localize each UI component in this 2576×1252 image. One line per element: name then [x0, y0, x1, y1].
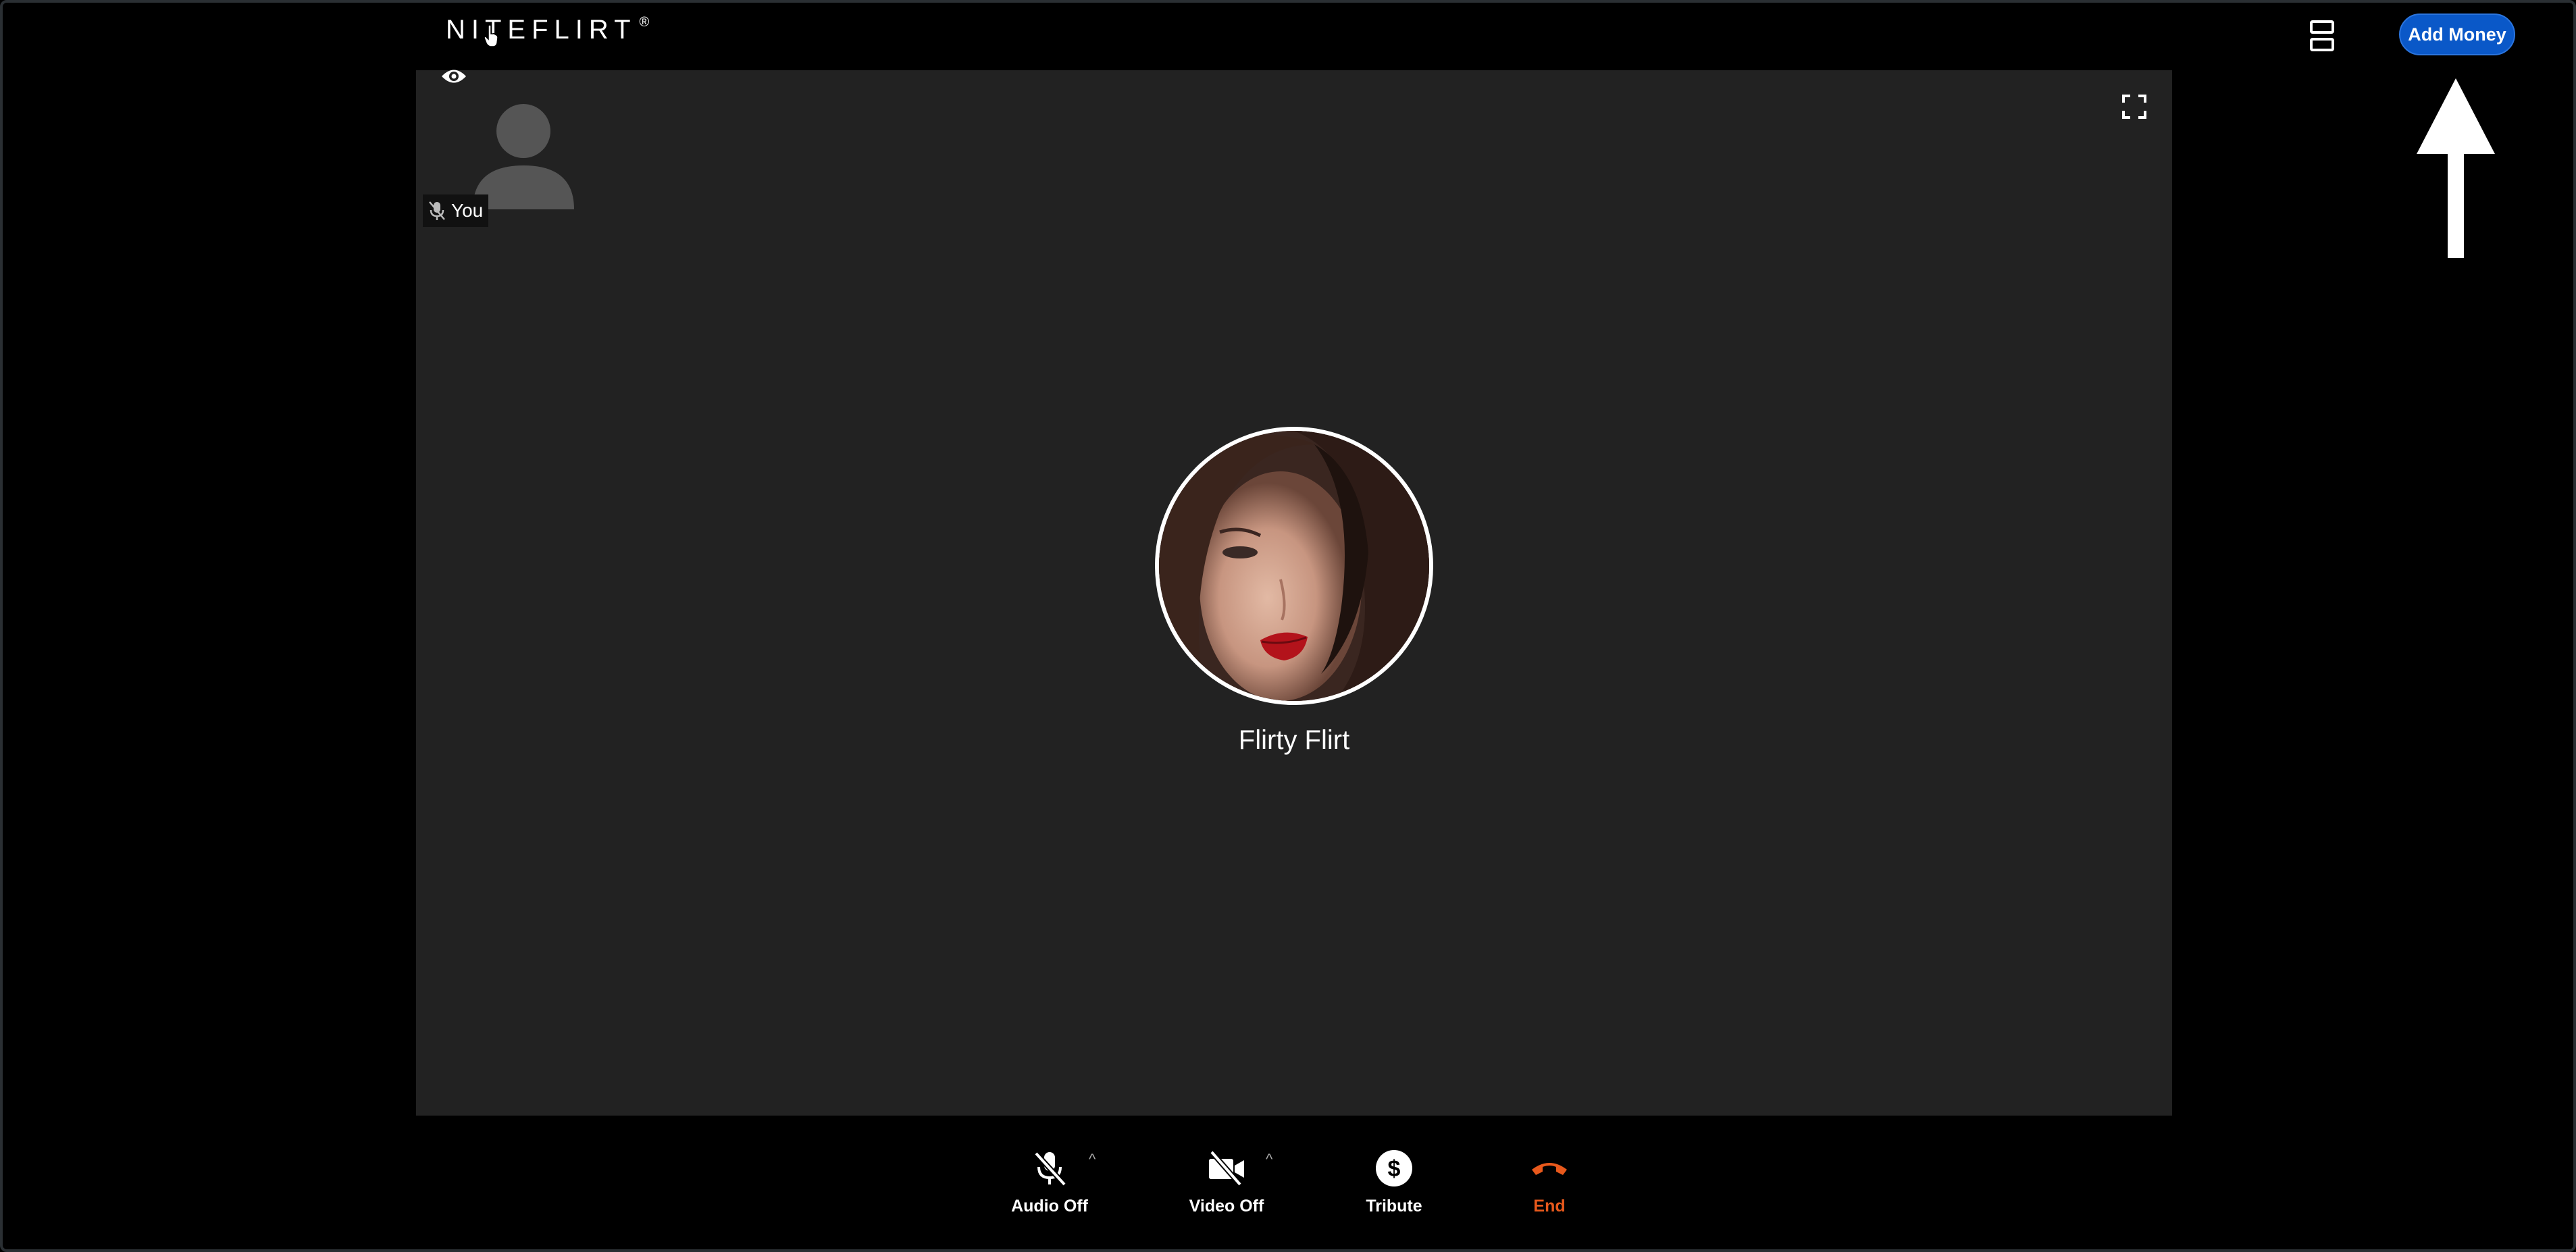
remote-name: Flirty Flirt: [1238, 725, 1350, 755]
logo-text: NITEFLIRT: [446, 15, 637, 45]
eye-icon[interactable]: [440, 66, 467, 86]
video-off-icon: [1209, 1150, 1244, 1186]
fullscreen-icon[interactable]: [2122, 95, 2146, 119]
audio-label: Audio Off: [1011, 1197, 1088, 1216]
video-options-caret[interactable]: ^: [1266, 1151, 1272, 1168]
end-call-button[interactable]: End: [1495, 1148, 1603, 1216]
logo-registered-mark: ®: [639, 15, 650, 30]
hang-up-phone-icon: [1532, 1163, 1567, 1175]
mic-off-icon: [1034, 1151, 1066, 1186]
audio-toggle-button[interactable]: Audio Off: [996, 1148, 1104, 1216]
audio-options-caret[interactable]: ^: [1089, 1151, 1096, 1168]
video-toggle-button[interactable]: Video Off: [1173, 1148, 1281, 1216]
self-name: You: [451, 200, 484, 221]
add-money-button[interactable]: Add Money: [2399, 14, 2515, 55]
video-label: Video Off: [1189, 1197, 1264, 1216]
remote-avatar-photo: [1159, 431, 1429, 701]
layout-toggle-icon[interactable]: [2310, 20, 2337, 53]
svg-text:$: $: [1388, 1156, 1401, 1182]
self-avatar-placeholder-icon: [473, 104, 574, 209]
tribute-button[interactable]: $ Tribute: [1340, 1148, 1448, 1216]
remote-avatar: [1155, 427, 1433, 705]
hand-cursor-icon: [484, 24, 498, 47]
up-arrow-annotation-icon: [2417, 78, 2495, 258]
niteflirt-logo[interactable]: NITEFLIRT ®: [446, 15, 649, 45]
dollar-icon: $: [1376, 1150, 1412, 1186]
call-controls: Audio Off ^ Video Off ^ $ Tribute End: [0, 1148, 2576, 1229]
end-label: End: [1533, 1197, 1566, 1216]
tribute-label: Tribute: [1366, 1197, 1422, 1216]
mic-off-icon: [429, 201, 445, 220]
self-view-label: You: [423, 194, 489, 227]
